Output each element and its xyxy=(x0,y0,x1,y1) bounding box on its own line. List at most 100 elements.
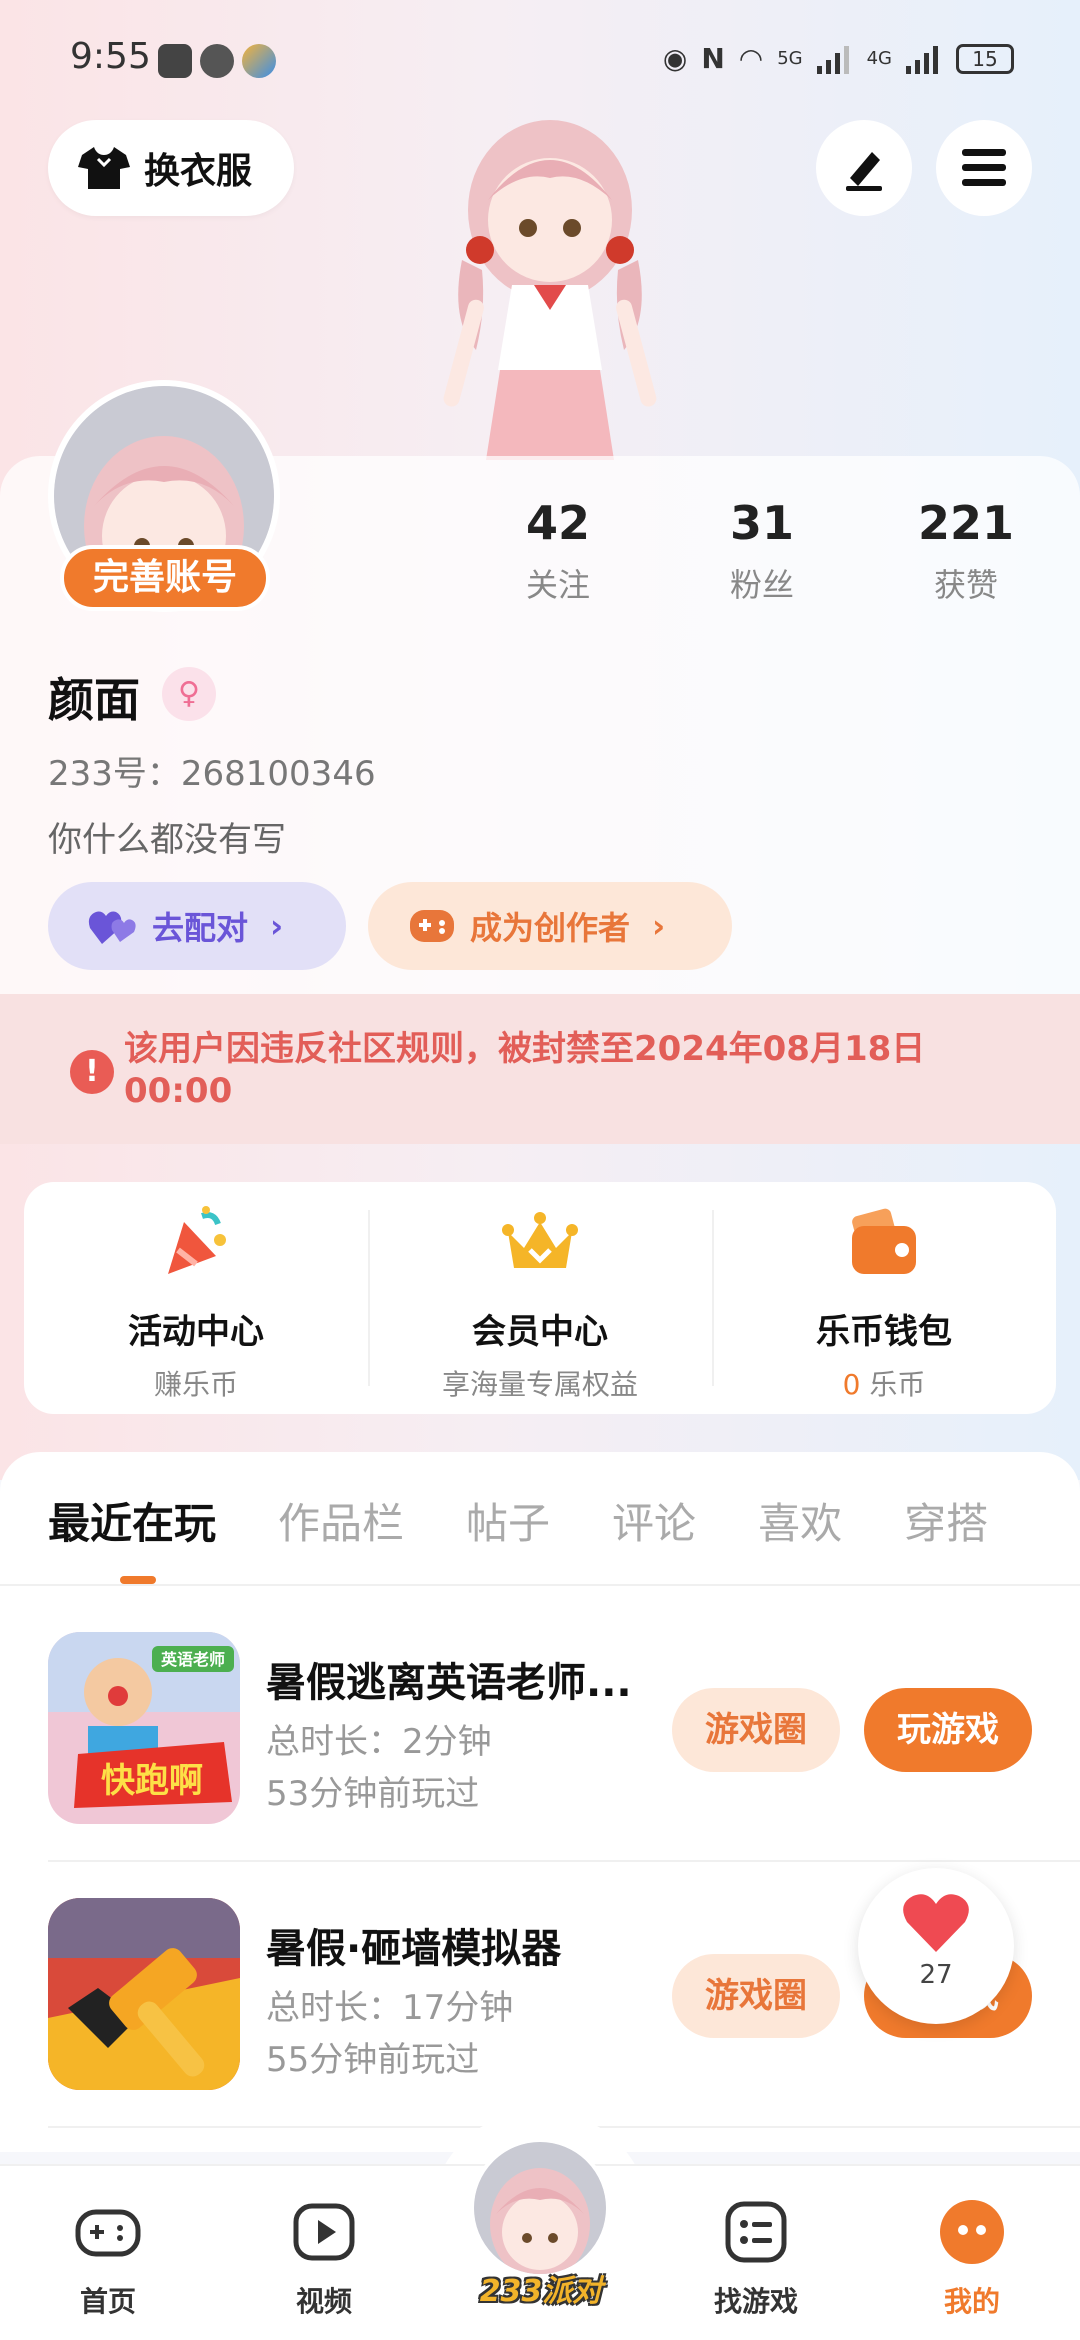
coin-wallet-title: 乐币钱包 xyxy=(816,1312,952,1352)
tab-likes[interactable]: 喜欢 xyxy=(758,1490,842,1551)
signal-bars-icon xyxy=(906,45,938,74)
game-last-played: 53分钟前玩过 xyxy=(266,1774,480,1814)
hearts-icon xyxy=(88,911,136,944)
game-thumbnail: 英语老师 快跑啊 xyxy=(48,1632,240,1824)
game-title: 暑假·砸墙模拟器 xyxy=(266,1926,562,1972)
likes-count: 221 xyxy=(917,496,1015,550)
nav-party-label[interactable]: 233派对 xyxy=(466,2266,616,2310)
change-outfit-label: 换衣服 xyxy=(144,151,253,192)
wallet-icon xyxy=(852,1208,916,1274)
tab-recently-played[interactable]: 最近在玩 xyxy=(48,1490,216,1551)
ban-notice: 该用户因违反社区规则，被封禁至2024年08月18日 00:00 xyxy=(0,994,1080,1144)
activity-center-button[interactable]: 活动中心 赚乐币 xyxy=(24,1182,368,1414)
coin-wallet-button[interactable]: 乐币钱包 0 乐币 xyxy=(712,1182,1056,1414)
change-outfit-button[interactable]: 换衣服 xyxy=(48,120,294,216)
complete-account-button[interactable]: 完善账号 xyxy=(60,545,270,611)
coin-balance: 0 xyxy=(842,1368,861,1401)
followers-count: 31 xyxy=(729,496,794,550)
nfc-icon: N xyxy=(701,42,725,75)
signal-5g-icon: 5G xyxy=(777,48,803,69)
gamepad-icon xyxy=(75,2209,141,2257)
stat-followers[interactable]: 31 粉丝 xyxy=(692,496,832,606)
coin-unit: 乐币 xyxy=(860,1368,926,1401)
avatar-character-figure xyxy=(443,120,657,460)
content-panel: 最近在玩 作品栏 帖子 评论 喜欢 穿搭 英语老师 快跑啊 暑假逃离英语老师..… xyxy=(0,1452,1080,2152)
followers-label: 粉丝 xyxy=(729,566,794,604)
game-thumbnail xyxy=(48,1898,240,2090)
nav-find-games-label: 找游戏 xyxy=(713,2285,798,2318)
following-count: 42 xyxy=(525,496,590,550)
heart-icon xyxy=(903,1894,969,1952)
game-thumbnail-art: 英语老师 快跑啊 xyxy=(48,1632,240,1824)
list-icon xyxy=(725,2201,787,2263)
party-avatar-face xyxy=(474,2142,606,2274)
status-time: 9:55 xyxy=(70,36,151,77)
stat-likes[interactable]: 221 获赞 xyxy=(896,496,1036,606)
game-duration: 总时长：17分钟 xyxy=(266,1988,514,2028)
row-divider xyxy=(48,1860,1080,1862)
membership-center-title: 会员中心 xyxy=(472,1312,608,1352)
game-duration: 总时长：2分钟 xyxy=(266,1722,492,1762)
like-float-button[interactable]: 27 xyxy=(858,1868,1014,2024)
nav-mine-label: 我的 xyxy=(943,2285,1000,2318)
female-icon: ♀ xyxy=(162,667,216,721)
match-label: 去配对 xyxy=(152,909,249,947)
wifi-icon: ◠ xyxy=(738,42,764,75)
membership-center-button[interactable]: 会员中心 享海量专属权益 xyxy=(368,1182,712,1414)
nav-find-games[interactable]: 找游戏 xyxy=(686,2196,826,2320)
crown-icon xyxy=(502,1212,578,1268)
game-circle-button[interactable]: 游戏圈 xyxy=(672,1954,840,2038)
eye-icon: ◉ xyxy=(662,42,688,75)
coin-wallet-sub: 0 乐币 xyxy=(712,1363,1056,1403)
alert-icon: ! xyxy=(70,1050,114,1094)
play-icon xyxy=(293,2203,355,2261)
tabs-divider xyxy=(0,1584,1080,1586)
play-game-button[interactable]: 玩游戏 xyxy=(864,1688,1032,1772)
app-notification-icon xyxy=(200,44,234,78)
profile-tabs: 最近在玩 作品栏 帖子 评论 喜欢 穿搭 xyxy=(48,1490,1050,1551)
battery-indicator: 15 xyxy=(956,43,1014,74)
match-button[interactable]: 去配对 › xyxy=(48,882,346,970)
game-circle-button[interactable]: 游戏圈 xyxy=(672,1688,840,1772)
hamburger-menu-icon xyxy=(962,149,1006,186)
game-list-item[interactable]: 英语老师 快跑啊 暑假逃离英语老师... 总时长：2分钟 53分钟前玩过 游戏圈… xyxy=(48,1632,1080,1832)
party-popper-icon xyxy=(168,1206,226,1274)
app-notification-icon xyxy=(242,44,276,78)
tab-comments[interactable]: 评论 xyxy=(612,1490,696,1551)
shirt-icon xyxy=(78,147,130,189)
edit-profile-button[interactable] xyxy=(816,120,912,216)
game-title: 暑假逃离英语老师... xyxy=(266,1660,632,1706)
pen-icon xyxy=(846,152,882,191)
user-id: 233号：268100346 xyxy=(48,754,376,794)
ban-notice-text: 该用户因违反社区规则，被封禁至2024年08月18日 00:00 xyxy=(124,1029,926,1111)
tab-works[interactable]: 作品栏 xyxy=(278,1490,404,1551)
become-creator-button[interactable]: 成为创作者 › xyxy=(368,882,732,970)
creator-label: 成为创作者 xyxy=(470,909,631,947)
app-notification-icon xyxy=(158,44,192,78)
party-nav-button[interactable] xyxy=(470,2138,610,2278)
thumb-caption-text: 快跑啊 xyxy=(101,1761,203,1801)
nav-mine[interactable]: 我的 xyxy=(902,2196,1042,2320)
signal-bars-icon xyxy=(816,45,849,74)
signal-4g-icon: 4G xyxy=(866,48,892,69)
membership-center-sub: 享海量专属权益 xyxy=(441,1368,638,1401)
nav-video[interactable]: 视频 xyxy=(254,2196,394,2320)
nav-home[interactable]: 首页 xyxy=(38,2196,178,2320)
chevron-right-icon: › xyxy=(652,907,666,945)
username: 颜面 xyxy=(48,673,140,727)
game-thumbnail-art xyxy=(48,1898,240,2090)
tab-posts[interactable]: 帖子 xyxy=(466,1490,550,1551)
gamepad-icon xyxy=(410,910,454,942)
game-last-played: 55分钟前玩过 xyxy=(266,2040,480,2080)
chevron-right-icon: › xyxy=(270,907,284,945)
nav-video-label: 视频 xyxy=(295,2285,352,2318)
thumb-tag-text: 英语老师 xyxy=(160,1650,225,1669)
tab-outfits[interactable]: 穿搭 xyxy=(904,1490,988,1551)
likes-label: 获赞 xyxy=(933,566,998,604)
stat-following[interactable]: 42 关注 xyxy=(488,496,628,606)
following-label: 关注 xyxy=(525,566,590,604)
activity-center-title: 活动中心 xyxy=(128,1312,264,1352)
profile-face-icon xyxy=(940,2200,1004,2264)
menu-button[interactable] xyxy=(936,120,1032,216)
user-bio: 你什么都没有写 xyxy=(48,820,286,860)
